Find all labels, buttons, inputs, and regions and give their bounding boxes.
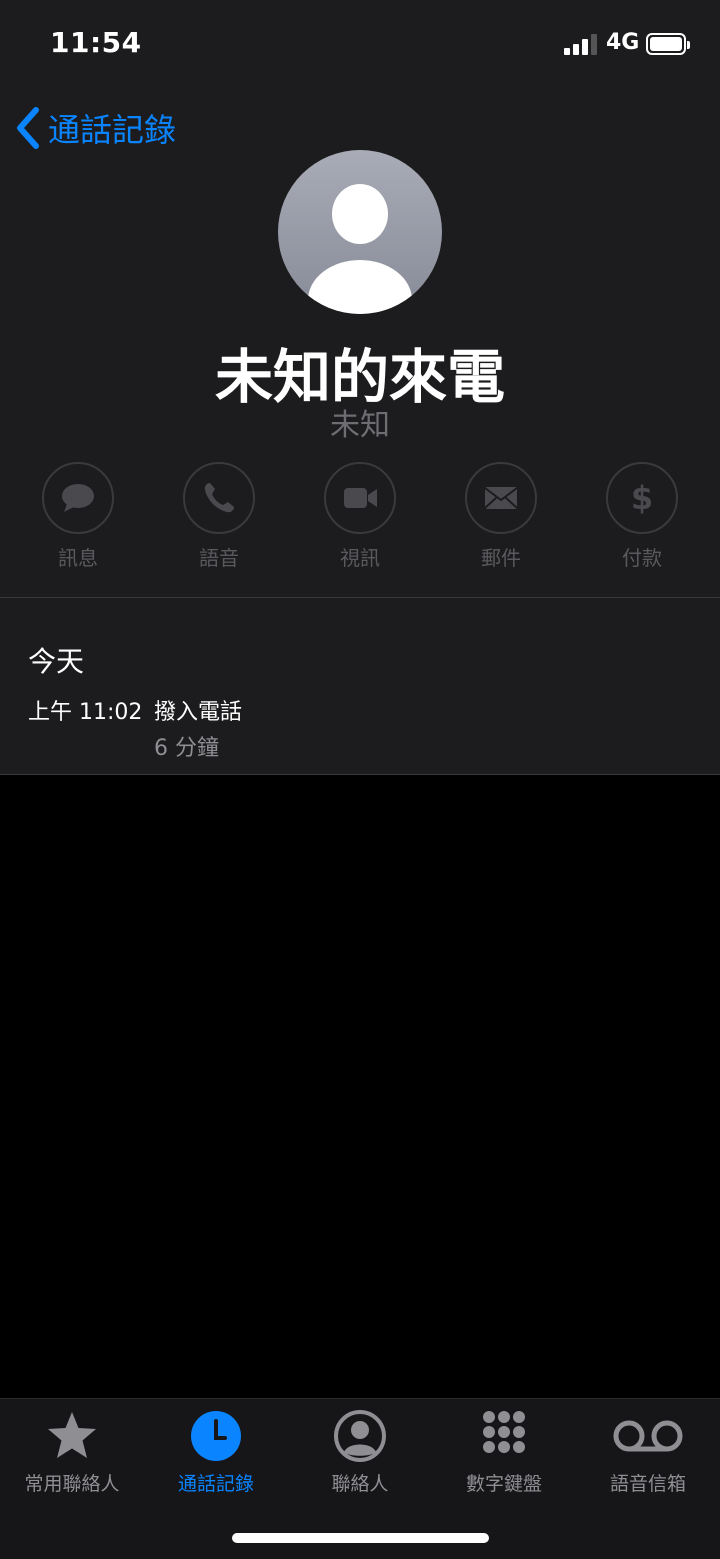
tab-keypad-label: 數字鍵盤 bbox=[465, 1473, 542, 1495]
message-label: 訊息 bbox=[58, 546, 98, 570]
back-label: 通話記錄 bbox=[48, 111, 177, 149]
video-call-button[interactable]: 視訊 bbox=[324, 462, 396, 571]
battery-icon bbox=[646, 33, 690, 55]
call-time: 上午 11:02 bbox=[28, 700, 143, 725]
mail-button[interactable]: 郵件 bbox=[465, 462, 537, 571]
call-history: 今天 上午 11:02 撥入電話 6 分鐘 bbox=[0, 597, 720, 775]
video-camera-icon bbox=[344, 488, 377, 508]
video-call-label: 視訊 bbox=[340, 546, 380, 570]
voice-call-label: 語音 bbox=[199, 546, 239, 570]
message-button[interactable]: 訊息 bbox=[42, 462, 114, 571]
call-type: 撥入電話 bbox=[154, 700, 243, 725]
phone-icon bbox=[204, 483, 234, 513]
tab-contacts[interactable]: 聯絡人 bbox=[288, 1409, 432, 1499]
tab-voicemail[interactable]: 語音信箱 bbox=[576, 1409, 720, 1499]
chevron-left-icon bbox=[17, 107, 39, 149]
call-duration: 6 分鐘 bbox=[154, 736, 219, 761]
tab-favorites-label: 常用聯絡人 bbox=[24, 1473, 120, 1495]
signal-icon bbox=[564, 33, 598, 55]
tab-contacts-label: 聯絡人 bbox=[331, 1473, 389, 1495]
voice-call-button[interactable]: 語音 bbox=[183, 462, 255, 571]
back-button[interactable]: 通話記錄 bbox=[14, 104, 176, 152]
tab-recents[interactable]: 通話記錄 bbox=[144, 1409, 288, 1499]
tab-keypad[interactable]: 數字鍵盤 bbox=[432, 1409, 576, 1499]
tab-favorites[interactable]: 常用聯絡人 bbox=[0, 1409, 144, 1499]
avatar bbox=[278, 150, 442, 314]
svg-text:$: $ bbox=[631, 479, 653, 517]
message-bubble-icon bbox=[62, 484, 94, 512]
tab-voicemail-label: 語音信箱 bbox=[609, 1473, 686, 1495]
tab-recents-label: 通話記錄 bbox=[177, 1473, 254, 1495]
history-day: 今天 bbox=[28, 645, 85, 678]
keypad-icon bbox=[483, 1411, 525, 1453]
pay-button[interactable]: $ 付款 bbox=[606, 462, 678, 571]
mail-label: 郵件 bbox=[481, 546, 521, 570]
voicemail-icon bbox=[613, 1420, 683, 1452]
envelope-icon bbox=[484, 487, 518, 509]
status-time: 11:54 bbox=[50, 26, 142, 59]
pay-label: 付款 bbox=[622, 546, 662, 570]
star-icon bbox=[48, 1412, 96, 1458]
dollar-icon: $ bbox=[631, 479, 653, 517]
contact-subtitle: 未知 bbox=[330, 408, 390, 443]
network-type: 4G bbox=[606, 30, 640, 55]
home-indicator[interactable] bbox=[232, 1533, 489, 1543]
person-circle-icon bbox=[334, 1410, 386, 1462]
clock-icon bbox=[191, 1411, 241, 1461]
